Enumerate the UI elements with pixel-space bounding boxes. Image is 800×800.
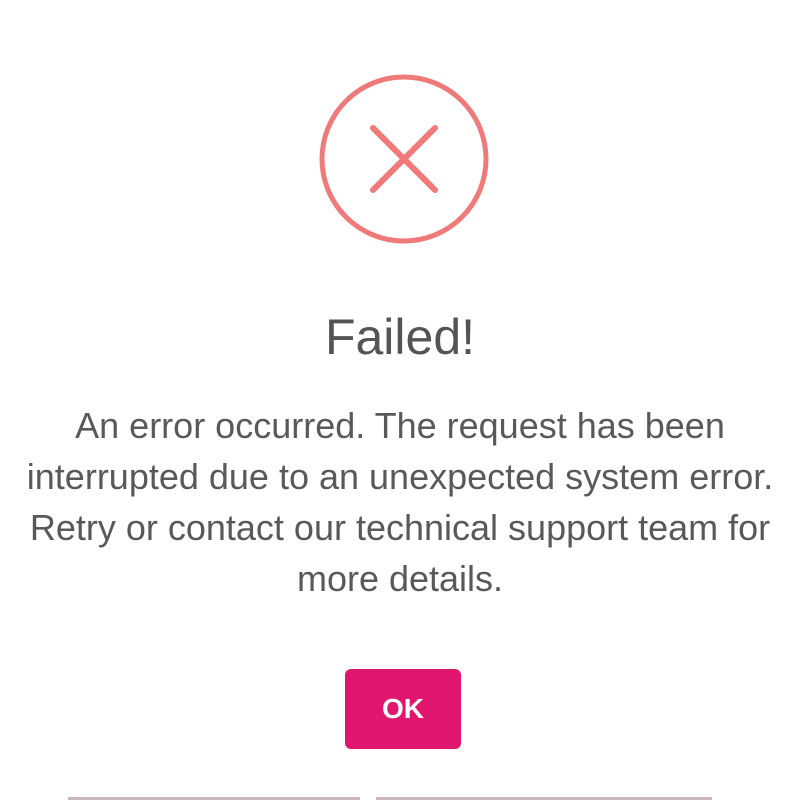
dialog-title: Failed! [324, 309, 476, 365]
dialog-message: An error occurred. The request has been … [26, 405, 774, 599]
ok-button[interactable]: OK [345, 669, 461, 749]
bottom-edge [0, 795, 800, 800]
error-x-circle-icon [319, 74, 489, 244]
error-dialog: Failed! An error occurred. The request h… [0, 0, 800, 800]
